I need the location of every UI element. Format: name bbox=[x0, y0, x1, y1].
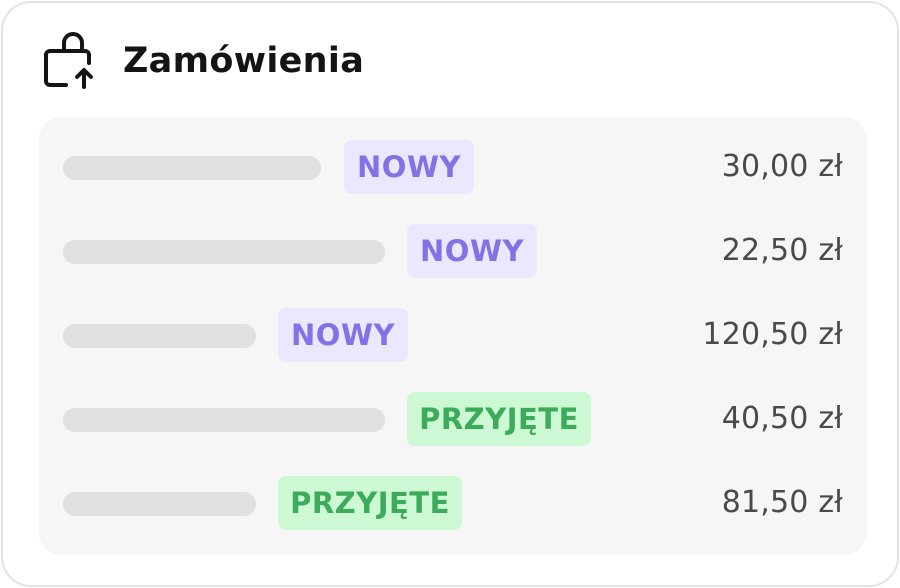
order-row[interactable]: PRZYJĘTE 81,50 zł bbox=[39, 476, 867, 532]
order-price: 22,50 zł bbox=[721, 233, 843, 268]
status-badge: NOWY bbox=[278, 308, 408, 362]
order-price: 81,50 zł bbox=[721, 485, 843, 520]
order-name-placeholder bbox=[63, 492, 256, 516]
order-price: 30,00 zł bbox=[721, 149, 843, 184]
order-row[interactable]: NOWY 22,50 zł bbox=[39, 224, 867, 280]
order-name-placeholder bbox=[63, 408, 385, 432]
status-badge: PRZYJĘTE bbox=[278, 476, 462, 530]
status-badge: NOWY bbox=[344, 140, 474, 194]
orders-card: Zamówienia NOWY 30,00 zł NOWY 22,50 zł N… bbox=[1, 1, 899, 587]
order-price: 40,50 zł bbox=[721, 401, 843, 436]
order-name-placeholder bbox=[63, 324, 256, 348]
card-title: Zamówienia bbox=[123, 41, 365, 81]
orders-list: NOWY 30,00 zł NOWY 22,50 zł NOWY 120,50 … bbox=[39, 117, 867, 555]
order-row[interactable]: NOWY 30,00 zł bbox=[39, 140, 867, 196]
order-name-placeholder bbox=[63, 156, 321, 180]
order-price: 120,50 zł bbox=[702, 317, 843, 352]
order-name-placeholder bbox=[63, 240, 385, 264]
status-badge: NOWY bbox=[407, 224, 537, 278]
status-badge: PRZYJĘTE bbox=[407, 392, 591, 446]
shopping-bag-upload-icon bbox=[44, 32, 93, 89]
order-row[interactable]: NOWY 120,50 zł bbox=[39, 308, 867, 364]
order-row[interactable]: PRZYJĘTE 40,50 zł bbox=[39, 392, 867, 448]
